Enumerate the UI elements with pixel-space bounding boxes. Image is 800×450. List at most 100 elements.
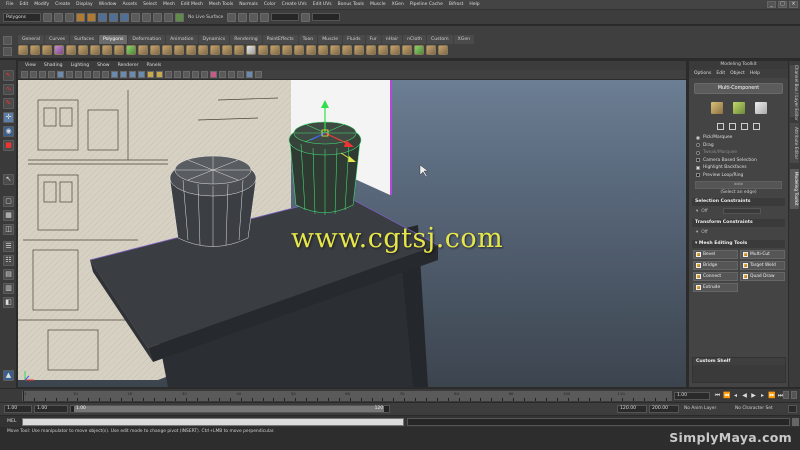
- menu-edit[interactable]: Edit: [17, 2, 32, 7]
- hypershade-icon[interactable]: [260, 12, 270, 22]
- layout-single-icon[interactable]: ▢: [3, 196, 14, 207]
- last-tool-icon[interactable]: ↖: [3, 174, 14, 185]
- shelf-tool-icon[interactable]: [18, 45, 28, 55]
- shelf-tool-icon[interactable]: [282, 45, 292, 55]
- selection-constraints-header[interactable]: Selection Constraints: [692, 198, 785, 206]
- tab-attribute-editor[interactable]: Attribute Editor: [790, 123, 799, 163]
- menu-window[interactable]: Window: [96, 2, 120, 7]
- layout-hypershade-icon[interactable]: ▥: [3, 283, 14, 294]
- shelf-tool-icon[interactable]: [210, 45, 220, 55]
- layout-persp-outliner-icon[interactable]: ▤: [3, 269, 14, 280]
- playback-end-field[interactable]: 120.00: [617, 405, 647, 413]
- shelf-tool-icon[interactable]: [222, 45, 232, 55]
- shelf-tool-icon[interactable]: [150, 45, 160, 55]
- scale-tool-icon[interactable]: ■: [3, 140, 14, 151]
- paint-select-icon[interactable]: ✎: [3, 98, 14, 109]
- checkbox[interactable]: [696, 165, 700, 170]
- tab-fluids[interactable]: Fluids: [343, 35, 365, 44]
- safe-action-icon[interactable]: [102, 71, 109, 78]
- option-camera-based-selection[interactable]: Camera Based Selection: [689, 157, 788, 165]
- camera-select-icon[interactable]: [21, 71, 28, 78]
- gamma-icon[interactable]: [246, 71, 253, 78]
- select-object-icon[interactable]: [109, 12, 118, 22]
- camera-attributes-icon[interactable]: [30, 71, 37, 78]
- step-back-frame-icon[interactable]: ◂: [732, 392, 739, 399]
- menu-pipeline-cache[interactable]: Pipeline Cache: [407, 2, 446, 7]
- symmetry-icon[interactable]: [753, 123, 760, 130]
- layout-graph-icon[interactable]: ☷: [3, 255, 14, 266]
- command-input[interactable]: [22, 418, 404, 426]
- face-mode-icon[interactable]: [732, 102, 745, 114]
- snap-point-icon[interactable]: [153, 12, 162, 22]
- menu-mesh-tools[interactable]: Mesh Tools: [206, 2, 236, 7]
- menu-edit-mesh[interactable]: Edit Mesh: [178, 2, 206, 7]
- edge-mode-icon[interactable]: [754, 102, 767, 114]
- radio-button[interactable]: [696, 135, 700, 140]
- tab-polygons[interactable]: Polygons: [98, 35, 128, 44]
- menu-select[interactable]: Select: [140, 2, 160, 7]
- snap-curve-icon[interactable]: [142, 12, 151, 22]
- go-to-start-icon[interactable]: ⏮: [714, 392, 721, 399]
- option-tweak-marquee[interactable]: Tweak/Marquee: [689, 149, 788, 157]
- range-slider[interactable]: 1.00 120: [70, 405, 390, 413]
- quad-draw-button[interactable]: Quad Draw: [740, 272, 785, 281]
- viewport-menu-panels[interactable]: Panels: [143, 63, 166, 68]
- shelf-tool-icon[interactable]: [186, 45, 196, 55]
- layout-four-icon[interactable]: ▦: [3, 210, 14, 221]
- maximize-button[interactable]: □: [778, 1, 787, 8]
- menu-help[interactable]: Help: [466, 2, 482, 7]
- play-back-icon[interactable]: ◀: [741, 392, 748, 399]
- tab-xgen[interactable]: XGen: [453, 35, 475, 44]
- tab-muscle[interactable]: Muscle: [318, 35, 343, 44]
- menu-edit-uvs[interactable]: Edit UVs: [310, 2, 335, 7]
- current-time-field[interactable]: 1.00: [674, 392, 710, 400]
- anti-alias-icon[interactable]: [192, 71, 199, 78]
- menu-set-dropdown[interactable]: Polygons: [3, 12, 41, 22]
- multi-component-button[interactable]: Multi-Component: [694, 83, 783, 94]
- option-pick-marquee[interactable]: Pick/Marquee: [689, 134, 788, 142]
- screen-ao-icon[interactable]: [174, 71, 181, 78]
- shelf-tool-icon[interactable]: [426, 45, 436, 55]
- select-hierarchy-icon[interactable]: [98, 12, 107, 22]
- select-tool-icon[interactable]: ↖: [3, 70, 14, 81]
- shelf-tool-icon[interactable]: [402, 45, 412, 55]
- soft-select-icon[interactable]: [741, 123, 748, 130]
- render-settings-icon[interactable]: [249, 12, 259, 22]
- option-preview-loop-ring[interactable]: Preview Loop/Ring: [689, 172, 788, 180]
- resolution-gate-icon[interactable]: [75, 71, 82, 78]
- minimize-button[interactable]: _: [767, 1, 776, 8]
- shelf-tool-icon[interactable]: [318, 45, 328, 55]
- shelf-tool-icon[interactable]: [42, 45, 52, 55]
- viewport-menu-show[interactable]: Show: [93, 63, 113, 68]
- isolate-select-icon[interactable]: [210, 71, 217, 78]
- layout-outliner-icon[interactable]: ☰: [3, 241, 14, 252]
- tab-rendering[interactable]: Rendering: [230, 35, 262, 44]
- shelf-tool-icon[interactable]: [174, 45, 184, 55]
- connect-button[interactable]: Connect: [693, 272, 738, 281]
- checkbox[interactable]: [696, 173, 700, 178]
- extrude-button[interactable]: Extrude: [693, 283, 738, 292]
- layout-side-icon[interactable]: ◫: [3, 224, 14, 235]
- tab-toon[interactable]: Toon: [298, 35, 318, 44]
- tab-dynamics[interactable]: Dynamics: [198, 35, 230, 44]
- menu-file[interactable]: File: [3, 2, 17, 7]
- shelf-tool-icon[interactable]: [126, 45, 136, 55]
- lasso-tool-icon[interactable]: ∿: [3, 84, 14, 95]
- tab-surfaces[interactable]: Surfaces: [70, 35, 98, 44]
- menu-assets[interactable]: Assets: [119, 2, 140, 7]
- tab-channel-box[interactable]: Channel Box / Layer Editor: [790, 65, 799, 121]
- shadows-icon[interactable]: [165, 71, 172, 78]
- image-plane-icon[interactable]: [48, 71, 55, 78]
- viewport-menu-shading[interactable]: Shading: [40, 63, 67, 68]
- move-tool-icon[interactable]: ✛: [3, 112, 14, 123]
- grid-icon[interactable]: [57, 71, 64, 78]
- radio-button[interactable]: [696, 150, 700, 155]
- shelf-tool-icon[interactable]: [414, 45, 424, 55]
- menu-muscle[interactable]: Muscle: [367, 2, 389, 7]
- rotate-tool-icon[interactable]: ◉: [3, 126, 14, 137]
- checkbox[interactable]: [696, 158, 700, 163]
- script-editor-icon[interactable]: [792, 418, 799, 426]
- shelf-tool-icon[interactable]: [78, 45, 88, 55]
- transform-constraints-header[interactable]: Transform Constraints: [692, 219, 785, 227]
- textured-icon[interactable]: [147, 71, 154, 78]
